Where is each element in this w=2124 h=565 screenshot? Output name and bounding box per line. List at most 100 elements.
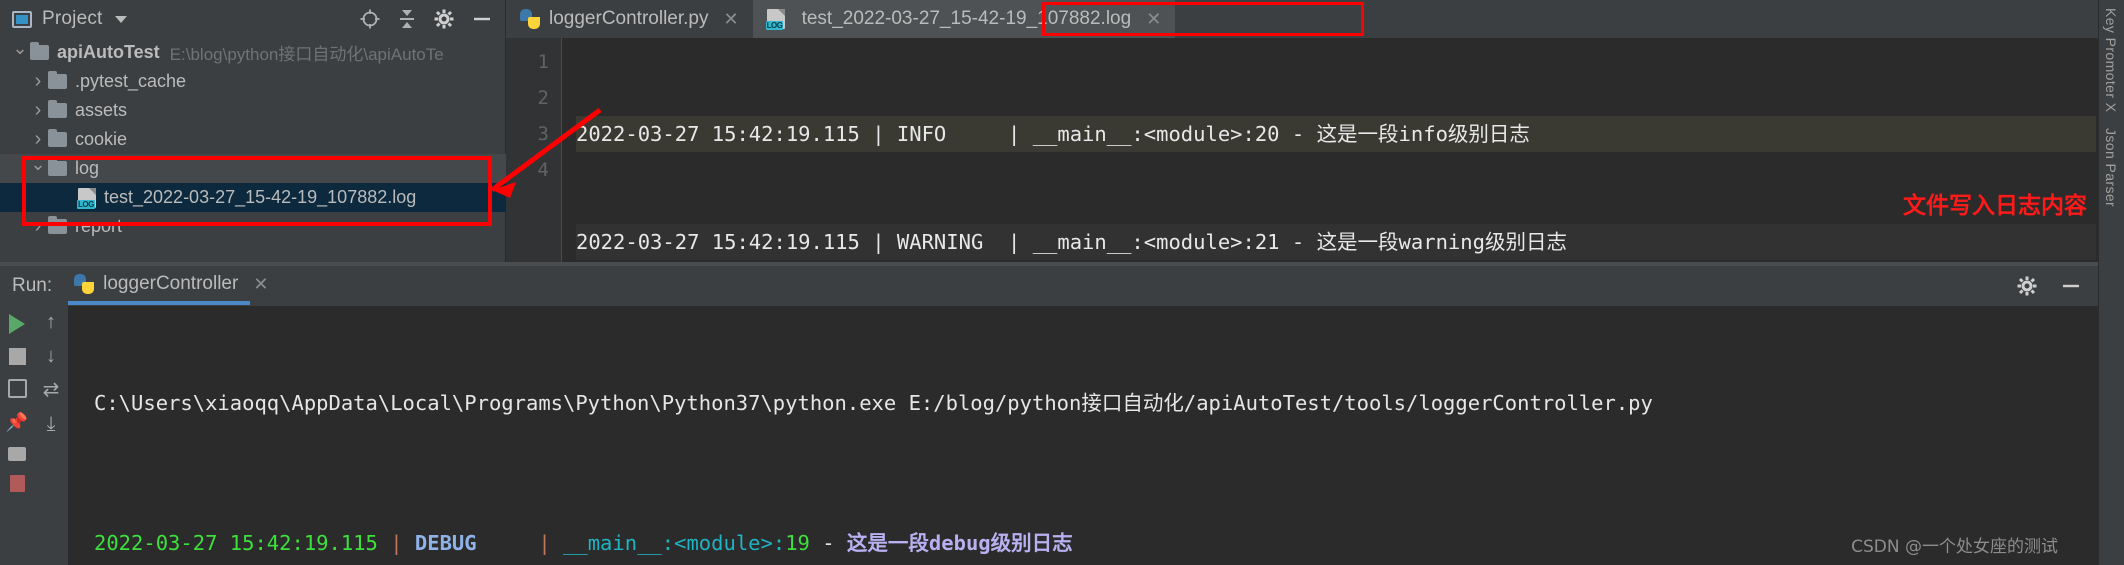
log-level: INFO — [896, 122, 947, 146]
chevron-right-icon[interactable] — [28, 99, 48, 122]
sep: | — [377, 531, 415, 555]
sep: - — [809, 531, 847, 555]
console-output[interactable]: C:\Users\xiaoqq\AppData\Local\Programs\P… — [68, 306, 2098, 565]
tree-item-label: log — [75, 158, 100, 178]
close-icon[interactable]: ✕ — [253, 274, 268, 295]
run-button[interactable] — [9, 314, 25, 334]
python-icon — [74, 274, 95, 294]
console-line-command: C:\Users\xiaoqq\AppData\Local\Programs\P… — [94, 386, 2098, 421]
folder-icon — [30, 42, 49, 60]
tab-label: loggerController.py — [549, 8, 709, 29]
minimize-icon[interactable] — [2060, 275, 2082, 297]
soft-wrap-icon[interactable]: ⇄ — [43, 380, 60, 400]
chevron-down-icon[interactable] — [28, 158, 48, 179]
chevron-right-icon[interactable] — [28, 215, 48, 238]
project-panel-tools — [359, 8, 497, 30]
folder-icon — [48, 71, 67, 89]
project-dropdown[interactable]: Project — [12, 8, 127, 30]
tree-row[interactable]: assets — [0, 96, 506, 125]
rail-item-key-promoter[interactable]: Key Promoter X — [2099, 0, 2123, 120]
rail-item-json-parser[interactable]: Json Parser — [2099, 120, 2123, 215]
tree-row[interactable]: report — [0, 212, 506, 241]
sep: | — [995, 122, 1033, 146]
console-line: 2022-03-27 15:42:19.115 | DEBUG | __main… — [94, 526, 2098, 561]
stop-button[interactable] — [8, 348, 26, 365]
log-lineno: 19 — [785, 531, 810, 555]
editor-code[interactable]: 2022-03-27 15:42:19.115 | INFO | __main_… — [562, 38, 2124, 266]
project-panel: Project ⌄ apiAutoTest E:\blog\python接口自动… — [0, 0, 506, 266]
chevron-right-icon[interactable] — [28, 128, 48, 151]
log-origin: __main__:<module>:20 — [1032, 122, 1280, 146]
collapse-all-icon[interactable] — [397, 8, 417, 30]
sep: | — [859, 230, 897, 254]
line-number: 2 — [537, 87, 549, 109]
log-origin: __main__:<module>:21 — [1032, 230, 1280, 254]
chevron-down-icon[interactable] — [114, 15, 127, 23]
command-line: C:\Users\xiaoqq\AppData\Local\Programs\P… — [94, 391, 1653, 415]
chevron-down-icon[interactable] — [10, 42, 30, 63]
tree-row[interactable]: .pytest_cache — [0, 67, 506, 96]
pad — [946, 122, 995, 146]
tree-item-label: report — [75, 216, 123, 236]
ide-window: Project ⌄ apiAutoTest E:\blog\python接口自动… — [0, 0, 2124, 565]
run-tab[interactable]: loggerController ✕ — [68, 273, 268, 305]
run-tab-label: loggerController — [103, 273, 239, 294]
tree-row-log[interactable]: log — [0, 154, 506, 183]
project-panel-title: Project — [42, 8, 103, 29]
log-file-icon: LOG — [77, 187, 96, 209]
sep: - — [1279, 230, 1317, 254]
project-view-icon — [12, 10, 32, 28]
pad — [983, 230, 995, 254]
tab-logfile[interactable]: LOG test_2022-03-27_15-42-19_107882.log … — [752, 0, 1176, 38]
settings-gear-icon[interactable] — [2016, 275, 2038, 297]
up-arrow-icon[interactable]: ↑ — [46, 312, 56, 332]
top-area: Project ⌄ apiAutoTest E:\blog\python接口自动… — [0, 0, 2124, 266]
editor-line: 2022-03-27 15:42:19.115 | WARNING | __ma… — [576, 224, 2124, 260]
project-tree: apiAutoTest E:\blog\python接口自动化\apiAutoT… — [0, 38, 506, 241]
annotation-file-label: 文件写入日志内容 — [1903, 193, 2087, 219]
pin-icon[interactable]: 📌 — [6, 412, 28, 433]
tree-row-logfile[interactable]: LOG test_2022-03-27_15-42-19_107882.log — [0, 183, 506, 212]
tree-item-label: .pytest_cache — [75, 71, 187, 91]
run-toolbar-primary: 📌 — [0, 306, 34, 565]
right-tool-rail: Key Promoter X Json Parser — [2098, 0, 2124, 565]
log-message: 这是一段info级别日志 — [1316, 122, 1530, 146]
tree-item-label: assets — [75, 100, 128, 120]
tree-item-label: test_2022-03-27_15-42-19_107882.log — [104, 187, 417, 207]
tree-row[interactable]: apiAutoTest E:\blog\python接口自动化\apiAutoT… — [0, 38, 506, 67]
scroll-to-end-icon[interactable]: ⤓ — [47, 414, 56, 434]
tab-loggerController[interactable]: loggerController.py ✕ — [506, 0, 753, 38]
python-file-icon — [520, 9, 540, 29]
sep: - — [1279, 122, 1317, 146]
run-label: Run: — [12, 275, 53, 296]
close-icon[interactable]: ✕ — [1146, 9, 1161, 30]
layout-icon[interactable] — [7, 379, 27, 398]
line-number: 3 — [537, 123, 549, 145]
sep: | — [995, 230, 1033, 254]
print-icon[interactable] — [8, 447, 26, 461]
log-timestamp: 2022-03-27 15:42:19.115 — [576, 230, 860, 254]
line-number: 4 — [537, 159, 549, 181]
tree-row[interactable]: cookie — [0, 125, 506, 154]
minimize-icon[interactable] — [471, 8, 493, 30]
tree-item-path: E:\blog\python接口自动化\apiAutoTe — [169, 45, 444, 64]
sep: | — [859, 122, 897, 146]
log-file-icon: LOG — [765, 9, 785, 30]
editor-area: loggerController.py ✕ LOG test_2022-03-2… — [506, 0, 2124, 266]
log-message: 这是一段warning级别日志 — [1316, 230, 1567, 254]
line-number: 1 — [537, 51, 549, 73]
editor-line: 2022-03-27 15:42:19.115 | INFO | __main_… — [576, 116, 2124, 152]
trash-icon[interactable] — [9, 475, 25, 492]
settings-gear-icon[interactable] — [433, 8, 455, 30]
folder-icon — [48, 100, 67, 118]
editor-body: 1 2 3 4 2022-03-27 15:42:19.115 | INFO | __… — [506, 38, 2124, 266]
folder-icon — [48, 216, 67, 234]
chevron-right-icon[interactable] — [28, 70, 48, 93]
down-arrow-icon[interactable]: ↓ — [46, 346, 56, 366]
run-panel: Run: loggerController ✕ 📌 ↑ ↓ ⇄ ⤓ C:\Use… — [0, 266, 2098, 565]
close-icon[interactable]: ✕ — [723, 9, 738, 30]
sep: | — [513, 531, 564, 555]
folder-icon — [48, 129, 67, 147]
target-icon[interactable] — [359, 8, 381, 30]
editor-tabbar: loggerController.py ✕ LOG test_2022-03-2… — [506, 0, 2124, 38]
